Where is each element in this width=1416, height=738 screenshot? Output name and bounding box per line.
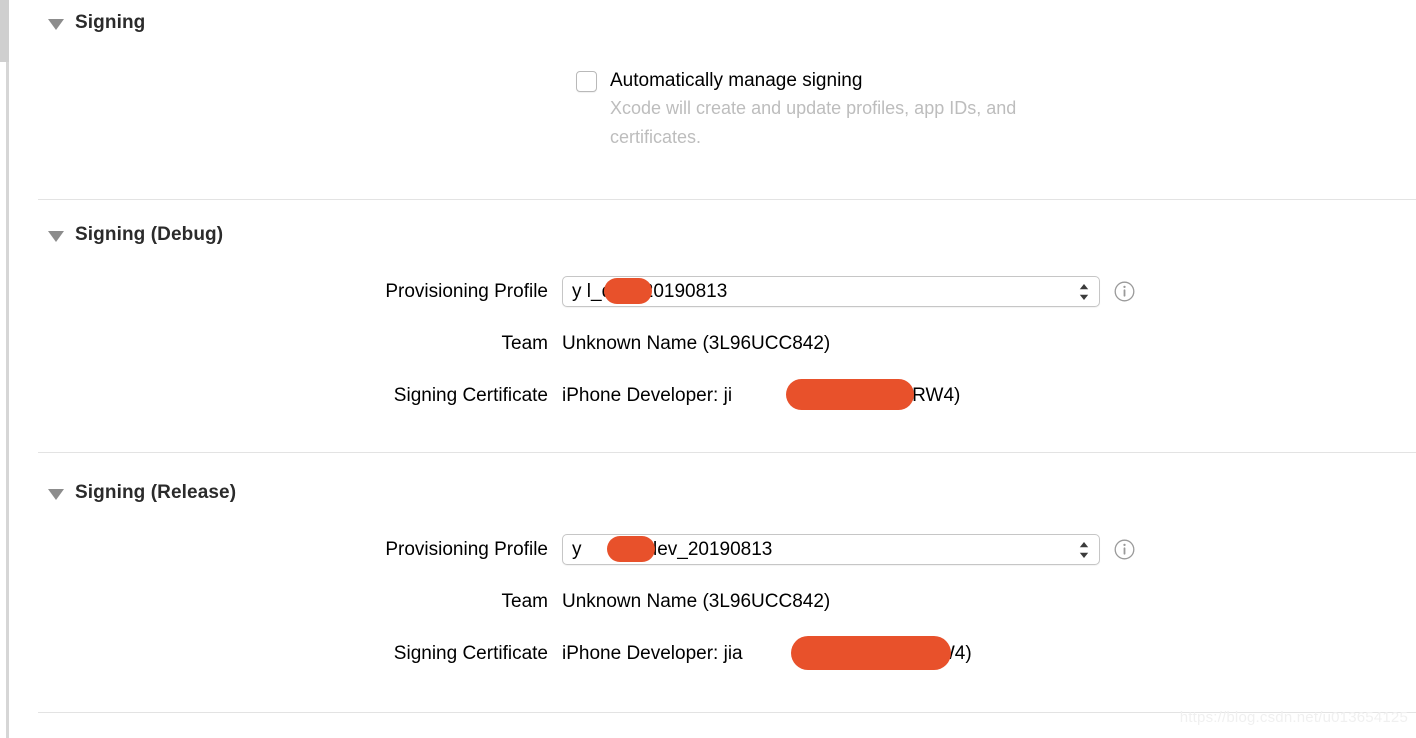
automatically-manage-signing-row[interactable]: Automatically manage signing Xcode will … xyxy=(576,68,1110,152)
debug-team-label: Team xyxy=(501,333,548,354)
release-provisioning-profile-value-suffix: _dev_20190813 xyxy=(636,538,773,560)
debug-provisioning-profile-row: Provisioning Profile y l_dev_20190813 xyxy=(357,276,1135,307)
redaction-mark xyxy=(786,379,914,410)
disclosure-triangle-icon[interactable] xyxy=(48,18,64,30)
release-provisioning-profile-row: Provisioning Profile y _dev_20190813 xyxy=(357,534,1135,565)
debug-provisioning-profile-label: Provisioning Profile xyxy=(385,280,548,302)
automatically-manage-signing-label: Automatically manage signing xyxy=(610,70,863,91)
release-signing-certificate-value-prefix: iPhone Developer: jia xyxy=(562,643,743,664)
left-scroll-rail[interactable] xyxy=(0,0,12,738)
section-separator xyxy=(38,452,1416,453)
disclosure-triangle-icon[interactable] xyxy=(48,230,64,242)
updown-chevron-icon[interactable] xyxy=(1078,540,1090,560)
release-provisioning-profile-value-prefix: y xyxy=(572,538,582,560)
release-provisioning-profile-info-icon[interactable] xyxy=(1114,539,1135,560)
scrollbar-thumb[interactable] xyxy=(0,0,9,62)
redaction-mark xyxy=(607,536,655,562)
section-separator xyxy=(38,199,1416,200)
release-team-label: Team xyxy=(501,591,548,612)
section-header-signing-release[interactable]: Signing (Release) xyxy=(48,482,236,504)
release-provisioning-profile-label: Provisioning Profile xyxy=(385,538,548,560)
release-team-row: Team Unknown Name (3L96UCC842) xyxy=(357,591,831,613)
debug-signing-certificate-label: Signing Certificate xyxy=(393,385,548,406)
debug-provisioning-profile-info-icon[interactable] xyxy=(1114,281,1135,302)
section-header-signing-debug[interactable]: Signing (Debug) xyxy=(48,224,223,246)
disclosure-triangle-icon[interactable] xyxy=(48,488,64,500)
debug-team-row: Team Unknown Name (3L96UCC842) xyxy=(357,333,831,355)
redaction-mark xyxy=(791,636,951,670)
scrollbar-track[interactable] xyxy=(6,0,9,738)
release-signing-certificate-label: Signing Certificate xyxy=(393,643,548,664)
section-title-signing: Signing xyxy=(75,12,146,33)
automatically-manage-signing-hint: Xcode will create and update profiles, a… xyxy=(610,98,1017,147)
debug-team-value: Unknown Name (3L96UCC842) xyxy=(562,333,831,354)
release-team-value: Unknown Name (3L96UCC842) xyxy=(562,591,831,612)
debug-signing-certificate-value-prefix: iPhone Developer: ji xyxy=(562,385,733,406)
release-provisioning-profile-value: y _dev_20190813 xyxy=(563,539,772,561)
section-title-signing-release: Signing (Release) xyxy=(75,482,237,503)
updown-chevron-icon[interactable] xyxy=(1078,282,1090,302)
watermark: https://blog.csdn.net/u013654125 xyxy=(1179,709,1408,726)
section-title-signing-debug: Signing (Debug) xyxy=(75,224,224,245)
section-header-signing[interactable]: Signing xyxy=(48,12,145,34)
automatically-manage-signing-checkbox[interactable] xyxy=(576,71,597,92)
redaction-mark xyxy=(604,278,652,304)
